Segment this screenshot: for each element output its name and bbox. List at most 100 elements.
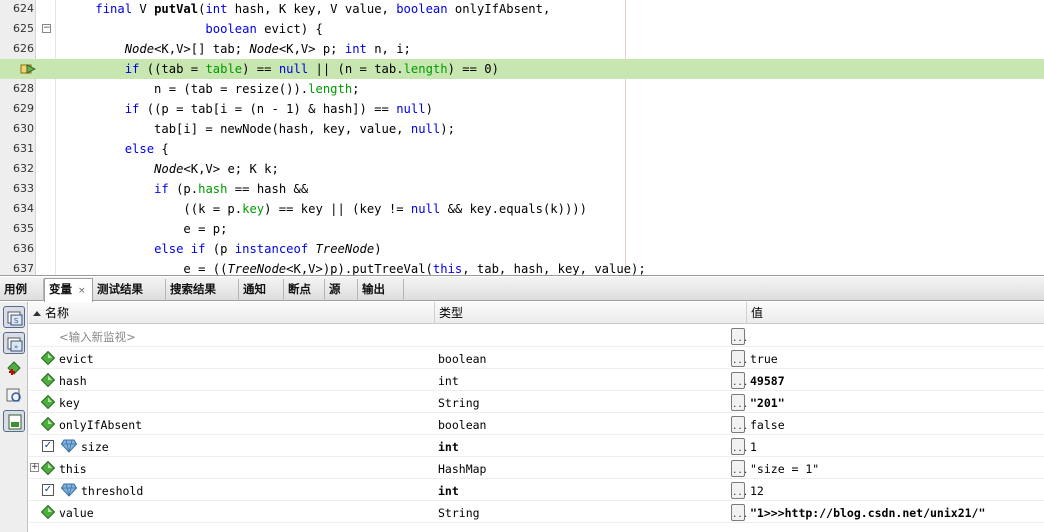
variable-row-hash[interactable]: hash int... 49587: [29, 369, 1044, 391]
code-line[interactable]: 637 e = ((TreeNode<K,V>)p).putTreeVal(th…: [0, 259, 1044, 276]
line-number: 632: [13, 162, 34, 175]
edit-value-button[interactable]: ...: [731, 350, 748, 367]
tab-label: 通知: [243, 282, 266, 296]
code-token: final: [95, 2, 133, 16]
code-token: int: [344, 42, 367, 56]
code-token: evict) {: [256, 22, 323, 36]
variable-value[interactable]: false: [750, 413, 785, 435]
line-number: 624: [13, 2, 34, 15]
code-line[interactable]: 636 else if (p instanceof TreeNode): [0, 239, 1044, 259]
variable-row-size[interactable]: ✓ size int... 1: [29, 435, 1044, 457]
code-line[interactable]: 625− boolean evict) {: [0, 19, 1044, 39]
code-line[interactable]: 630 tab[i] = newNode(hash, key, value, n…: [0, 119, 1044, 139]
show-watches-toggle-button[interactable]: S: [3, 306, 25, 328]
expand-node-icon[interactable]: +: [30, 463, 39, 472]
current-line[interactable]: if ((tab = table) == null || (n = tab.le…: [0, 59, 1044, 79]
code-token: TreeNode: [315, 242, 375, 256]
new-watch-row[interactable]: <输入新监视> ...: [29, 325, 1044, 347]
code-text: else if (p instanceof TreeNode): [66, 239, 382, 259]
tab-0[interactable]: 用例: [0, 279, 44, 301]
variable-row-evict[interactable]: evict boolean... true: [29, 347, 1044, 369]
show-static-toggle-button[interactable]: »: [3, 332, 25, 354]
line-number: 634: [13, 202, 34, 215]
column-header-name[interactable]: 名称: [29, 302, 435, 324]
variable-type: HashMap: [438, 462, 487, 476]
tab-7[interactable]: 输出: [358, 279, 404, 301]
variable-row-value[interactable]: value String... "1>>>http://blog.csdn.net/…: [29, 501, 1044, 523]
field-checkbox[interactable]: ✓: [42, 484, 54, 496]
code-line[interactable]: 632 Node<K,V> e; K k;: [0, 159, 1044, 179]
column-header-value[interactable]: 值: [747, 302, 1044, 324]
code-line[interactable]: 631 else {: [0, 139, 1044, 159]
variable-value[interactable]: "1>>>http://blog.csdn.net/unix21/": [750, 501, 985, 523]
new-watch-value-edit-button[interactable]: ...: [731, 328, 748, 345]
svg-text:S: S: [14, 317, 19, 325]
local-variable-icon: [41, 505, 55, 519]
variable-row-this[interactable]: + this HashMap... "size = 1": [29, 457, 1044, 479]
code-token: hash, K key, V value,: [227, 2, 397, 16]
new-watch-button[interactable]: [3, 358, 25, 380]
show-variables-table-button[interactable]: [3, 410, 25, 432]
column-header-type[interactable]: 类型: [435, 302, 747, 324]
edit-value-button[interactable]: ...: [731, 504, 748, 521]
code-line[interactable]: 626 Node<K,V>[] tab; Node<K,V> p; int n,…: [0, 39, 1044, 59]
edit-value-button[interactable]: ...: [731, 482, 748, 499]
variable-row-onlyIfAbsent[interactable]: onlyIfAbsent boolean... false: [29, 413, 1044, 435]
variable-value[interactable]: "201": [750, 391, 785, 413]
evaluate-expression-button[interactable]: [3, 384, 25, 406]
variable-value[interactable]: true: [750, 347, 778, 369]
variable-row-threshold[interactable]: ✓ threshold int... 12: [29, 479, 1044, 501]
line-number: 625: [13, 22, 34, 35]
code-token: <K,V>)p).putTreeVal(: [286, 262, 433, 276]
line-number: 628: [13, 82, 34, 95]
variable-value[interactable]: 1: [750, 435, 757, 457]
line-number: 631: [13, 142, 34, 155]
variable-type: int: [438, 374, 459, 388]
variables-view: 名称 类型 值 <输入新监视> ... evict boolean... true h…: [29, 302, 1044, 532]
code-editor[interactable]: 624 final V putVal(int hash, K key, V va…: [0, 0, 1044, 276]
tab-label: 测试结果: [97, 282, 143, 296]
edit-value-button[interactable]: ...: [731, 372, 748, 389]
tab-label: 变量: [49, 282, 72, 296]
variable-type: boolean: [438, 352, 487, 366]
code-token: onlyIfAbsent,: [447, 2, 551, 16]
tab-3[interactable]: 搜索结果: [166, 279, 239, 301]
code-token: ((tab =: [139, 62, 206, 76]
code-token: null: [278, 62, 309, 76]
code-line[interactable]: 629 if ((p = tab[i = (n - 1) & hash]) ==…: [0, 99, 1044, 119]
edit-value-button[interactable]: ...: [731, 394, 748, 411]
evaluate-icon: [6, 388, 21, 402]
sort-ascending-icon: [33, 311, 41, 316]
tab-4[interactable]: 通知: [239, 279, 284, 301]
tab-2[interactable]: 测试结果: [93, 279, 166, 301]
new-watch-placeholder[interactable]: <输入新监视>: [59, 325, 136, 347]
variable-value[interactable]: "size = 1": [750, 457, 819, 479]
code-token: <K,V> e; K k;: [183, 162, 279, 176]
variable-row-key[interactable]: key String... "201": [29, 391, 1044, 413]
fold-collapse-icon[interactable]: −: [42, 24, 51, 33]
tab-1[interactable]: 变量 ×: [44, 278, 93, 302]
line-number: 636: [13, 242, 34, 255]
tab-close-icon[interactable]: ×: [78, 286, 86, 296]
edit-value-button[interactable]: ...: [731, 438, 748, 455]
code-line[interactable]: 633 if (p.hash == hash &&: [0, 179, 1044, 199]
variable-value[interactable]: 49587: [750, 369, 785, 391]
code-line[interactable]: 624 final V putVal(int hash, K key, V va…: [0, 0, 1044, 19]
code-line[interactable]: 634 ((k = p.key) == key || (key != null …: [0, 199, 1044, 219]
variable-value[interactable]: 12: [750, 479, 764, 501]
code-text: e = ((TreeNode<K,V>)p).putTreeVal(this, …: [66, 259, 646, 276]
code-token: ) ==: [242, 62, 279, 76]
variable-name: hash: [59, 374, 87, 388]
code-token: putVal: [154, 2, 199, 16]
tab-6[interactable]: 源: [325, 279, 358, 301]
code-token: , tab, hash, key, value);: [462, 262, 646, 276]
tab-5[interactable]: 断点: [284, 279, 325, 301]
edit-value-button[interactable]: ...: [731, 416, 748, 433]
code-line[interactable]: 628 n = (tab = resize()).length;: [0, 79, 1044, 99]
edit-value-button[interactable]: ...: [731, 460, 748, 477]
field-checkbox[interactable]: ✓: [42, 440, 54, 452]
tab-label: 断点: [288, 282, 311, 296]
code-token: if: [154, 182, 169, 196]
code-line[interactable]: 635 e = p;: [0, 219, 1044, 239]
